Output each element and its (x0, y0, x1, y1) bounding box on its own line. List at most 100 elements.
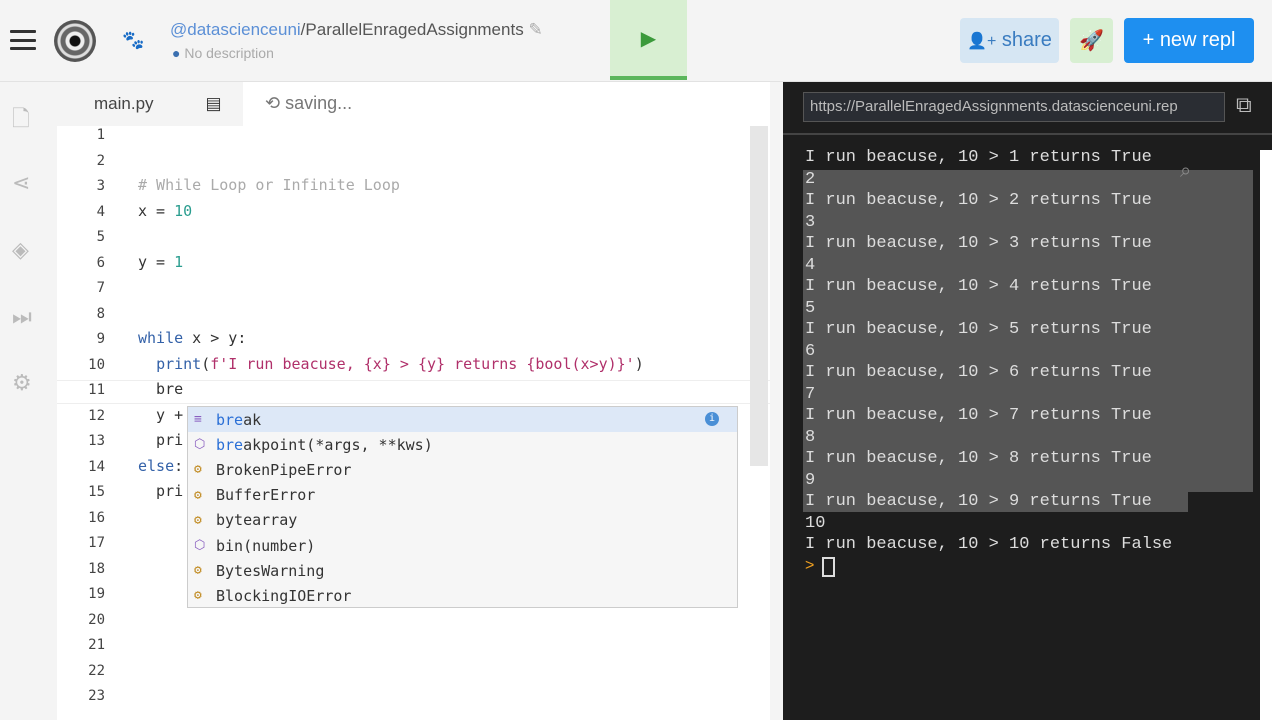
line-number: 20 (88, 611, 105, 628)
keyword-icon: ≡ (194, 412, 202, 428)
info-icon[interactable]: i (705, 412, 719, 426)
console-line: 2 (805, 169, 816, 189)
console-line: 4 (805, 255, 816, 275)
save-status-text: saving... (285, 93, 353, 113)
python-icon: ● (172, 45, 181, 61)
console-line: I run beacuse, 10 > 7 returns True (805, 406, 1152, 425)
repl-name: ParallelEnragedAssignments (305, 20, 524, 39)
console-line: I run beacuse, 10 > 4 returns True (805, 277, 1152, 296)
files-icon[interactable]: 🗋 (12, 102, 30, 140)
code-line[interactable]: y = 1 (138, 253, 183, 271)
autocomplete-label: BrokenPipeError (216, 460, 352, 479)
console-line: 10 (805, 513, 826, 533)
console-line: I run beacuse, 10 > 6 returns True (805, 363, 1152, 382)
line-number: 12 (88, 407, 105, 424)
editor-scrollbar[interactable] (750, 126, 768, 466)
repl-description[interactable]: ● No description (172, 45, 274, 61)
class-icon: ⚙ (194, 563, 202, 579)
autocomplete-item[interactable]: ⬡ bin(number) (188, 533, 737, 558)
code-line[interactable]: while x > y: (138, 329, 246, 347)
search-icon[interactable]: ⌕ (1180, 160, 1191, 183)
line-number: 14 (88, 458, 105, 475)
autocomplete-item[interactable]: ⚙ BlockingIOError (188, 583, 737, 608)
class-icon: ⚙ (194, 462, 202, 478)
settings-gear-icon[interactable]: ⚙ (12, 370, 32, 396)
deploy-button[interactable]: 🚀 (1070, 18, 1113, 63)
autocomplete-item[interactable]: ≡ break (188, 407, 737, 433)
run-button[interactable]: ▶ (610, 0, 687, 80)
code-line[interactable]: else: (138, 457, 183, 475)
console-prompt: > (805, 557, 815, 574)
line-number: 2 (96, 152, 105, 169)
share-label: share (1001, 29, 1052, 51)
code-line[interactable]: x = 10 (138, 202, 192, 220)
autocomplete-item[interactable]: ⬡ breakpoint(*args, **kws) (188, 432, 737, 457)
method-icon: ⬡ (194, 538, 206, 554)
new-repl-button[interactable]: + new repl (1124, 18, 1254, 63)
webview-url[interactable]: https://ParallelEnragedAssignments.datas… (803, 92, 1225, 122)
line-number: 5 (96, 229, 105, 245)
code-line[interactable]: # While Loop or Infinite Loop (138, 176, 400, 194)
console-line: I run beacuse, 10 > 10 returns False (805, 535, 1173, 554)
line-number: 11 (88, 382, 105, 398)
console-cursor[interactable] (822, 557, 835, 577)
console-line: 6 (805, 341, 816, 361)
plus-icon: + (1142, 29, 1155, 51)
code-line[interactable]: print(f'I run beacuse, {x} > {y} returns… (138, 355, 644, 373)
autocomplete-item[interactable]: ⚙ BytesWarning (188, 558, 737, 583)
autocomplete-label: break (216, 410, 262, 429)
line-number: 4 (96, 203, 105, 220)
autocomplete-label: BufferError (216, 486, 316, 505)
line-number: 8 (96, 305, 105, 322)
method-icon: ⬡ (194, 437, 206, 453)
replit-logo[interactable] (54, 20, 96, 62)
pane-divider[interactable] (770, 82, 783, 720)
edit-pencil-icon[interactable]: ✎ (528, 20, 542, 39)
autocomplete-label: BlockingIOError (216, 586, 352, 605)
console-line: 7 (805, 384, 816, 404)
code-line[interactable]: pri (138, 482, 183, 500)
code-line[interactable]: pri (138, 431, 183, 449)
code-line[interactable]: y + (138, 406, 183, 424)
console-line: 5 (805, 298, 816, 318)
autocomplete-label: BytesWarning (216, 561, 325, 580)
tab-main-py[interactable]: main.py ▤ (57, 82, 243, 126)
console-scrollbar[interactable] (1260, 150, 1272, 720)
description-text: No description (184, 45, 274, 61)
menu-icon[interactable] (10, 30, 36, 50)
debugger-icon[interactable]: ⏭ (12, 304, 32, 330)
autocomplete-popup: i ≡ break ⬡ breakpoint(*args, **kws) ⚙ BrokenP… (187, 406, 738, 608)
autocomplete-item[interactable]: ⚙ bytearray (188, 508, 737, 533)
console-line: I run beacuse, 10 > 8 returns True (805, 449, 1152, 468)
share-nodes-icon[interactable]: ⋖ (12, 170, 30, 196)
add-user-icon: 👤+ (967, 32, 997, 50)
repl-owner[interactable]: @datascienceuni (170, 20, 301, 39)
format-icon[interactable]: ▤ (206, 94, 222, 114)
autocomplete-label: breakpoint(*args, **kws) (216, 435, 433, 454)
console-line: I run beacuse, 10 > 1 returns True (805, 148, 1152, 167)
history-icon: ⟲ (265, 93, 281, 113)
paw-icon[interactable]: 🐾 (122, 30, 144, 51)
console-line: I run beacuse, 10 > 5 returns True (805, 320, 1152, 339)
autocomplete-item[interactable]: ⚙ BufferError (188, 483, 737, 508)
open-external-icon[interactable]: ⧉ (1236, 92, 1252, 118)
share-button[interactable]: 👤+ share (960, 18, 1059, 63)
repl-title[interactable]: @datascienceuni/ParallelEnragedAssignmen… (170, 20, 543, 40)
line-number: 22 (88, 662, 105, 679)
code-line[interactable]: bre (138, 380, 183, 398)
console-line: I run beacuse, 10 > 2 returns True (805, 191, 1152, 210)
play-icon: ▶ (640, 27, 657, 50)
tab-label: main.py (94, 94, 154, 113)
line-number: 3 (96, 178, 105, 194)
console-line: 9 (805, 470, 816, 490)
class-icon: ⚙ (194, 487, 202, 503)
line-number: 6 (96, 254, 105, 271)
line-number: 10 (88, 356, 105, 373)
autocomplete-item[interactable]: ⚙ BrokenPipeError (188, 457, 737, 482)
console-line: I run beacuse, 10 > 3 returns True (805, 234, 1152, 253)
line-number: 17 (88, 535, 105, 551)
packages-icon[interactable]: ◈ (12, 237, 29, 263)
line-number: 21 (88, 637, 105, 653)
sidebar: 🗋 ⋖ ◈ ⏭ ⚙ (0, 82, 57, 720)
line-number: 19 (88, 586, 105, 602)
